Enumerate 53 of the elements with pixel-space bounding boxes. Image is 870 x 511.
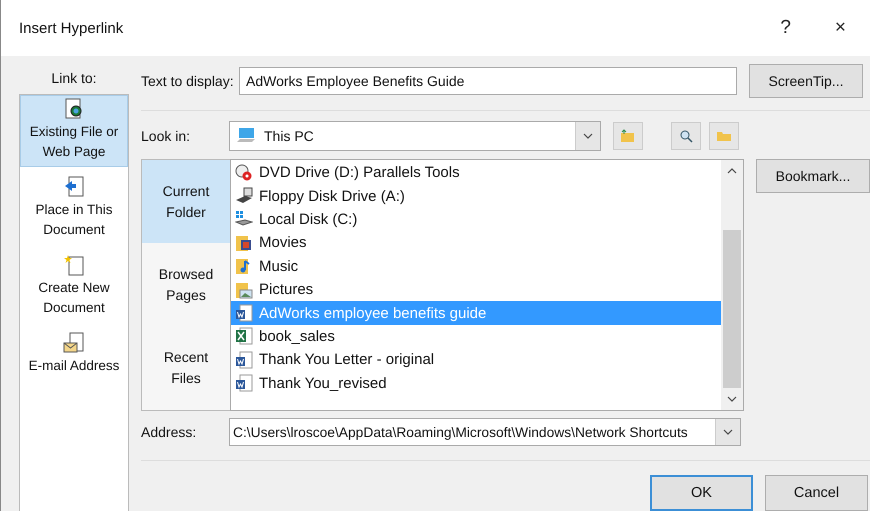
floppy-drive-icon <box>235 187 253 206</box>
scroll-up-icon[interactable] <box>727 168 737 174</box>
document-arrow-icon <box>63 176 85 198</box>
screentip-button[interactable]: ScreenTip... <box>749 64 863 98</box>
cancel-button[interactable]: Cancel <box>765 475 868 511</box>
file-item[interactable]: book_sales <box>231 324 721 348</box>
folder-icon <box>716 130 732 142</box>
file-item[interactable]: DVD Drive (D:) Parallels Tools <box>231 161 721 184</box>
location-tab[interactable]: Current Folder <box>142 160 230 244</box>
window-title: Insert Hyperlink <box>19 20 124 36</box>
word-document-icon <box>235 374 253 392</box>
location-tab[interactable]: Browsed Pages <box>142 243 230 327</box>
file-item[interactable]: Movies <box>231 231 721 255</box>
address-label: Address: <box>141 424 198 440</box>
folder-up-icon <box>620 129 636 143</box>
new-document-icon <box>63 254 85 276</box>
close-button[interactable]: × <box>824 17 856 39</box>
pictures-folder-icon <box>235 280 253 299</box>
document-globe-icon <box>64 98 84 120</box>
video-folder-icon <box>235 234 253 252</box>
file-item[interactable]: Thank You Letter - original <box>231 348 721 372</box>
chevron-down-icon <box>723 429 733 435</box>
file-item[interactable]: Local Disk (C:) <box>231 208 721 232</box>
look-in-label: Look in: <box>141 128 192 144</box>
file-item[interactable]: Pictures <box>231 278 721 302</box>
link-type-option[interactable]: Existing File or Web Page <box>20 95 128 167</box>
link-type-option[interactable]: Place in This Document <box>20 173 128 245</box>
bookmark-button[interactable]: Bookmark... <box>756 159 870 193</box>
scroll-down-icon[interactable] <box>727 396 737 402</box>
computer-icon <box>236 127 256 145</box>
word-document-icon <box>235 350 253 369</box>
file-item[interactable]: Floppy Disk Drive (A:) <box>231 184 721 208</box>
location-tab[interactable]: Recent Files <box>142 326 230 410</box>
word-document-icon <box>235 304 253 322</box>
hard-drive-icon <box>235 210 253 228</box>
help-button[interactable]: ? <box>770 17 801 39</box>
document-envelope-icon <box>63 332 85 354</box>
look-in-dropdown[interactable]: This PC <box>229 121 601 151</box>
chevron-down-icon <box>583 133 593 139</box>
ok-button[interactable]: OK <box>650 475 753 511</box>
link-type-option[interactable]: Create New Document <box>20 251 128 323</box>
address-field[interactable]: C:\Users\lroscoe\AppData\Roaming\Microsoft\Windows\Network Shortcuts <box>229 418 741 446</box>
file-item[interactable]: Music <box>231 254 721 278</box>
text-to-display-label: Text to display: <box>141 73 235 89</box>
link-to-label: Link to: <box>50 69 98 88</box>
text-to-display-field[interactable]: AdWorks Employee Benefits Guide <box>239 67 737 95</box>
scrollbar-thumb[interactable] <box>723 230 741 388</box>
file-item[interactable]: Thank You_revised <box>231 372 721 395</box>
excel-document-icon <box>235 327 253 346</box>
search-icon <box>679 129 693 143</box>
link-type-option[interactable]: E-mail Address <box>20 329 128 381</box>
browse-web-button[interactable] <box>671 122 701 150</box>
disc-drive-icon <box>235 164 253 182</box>
